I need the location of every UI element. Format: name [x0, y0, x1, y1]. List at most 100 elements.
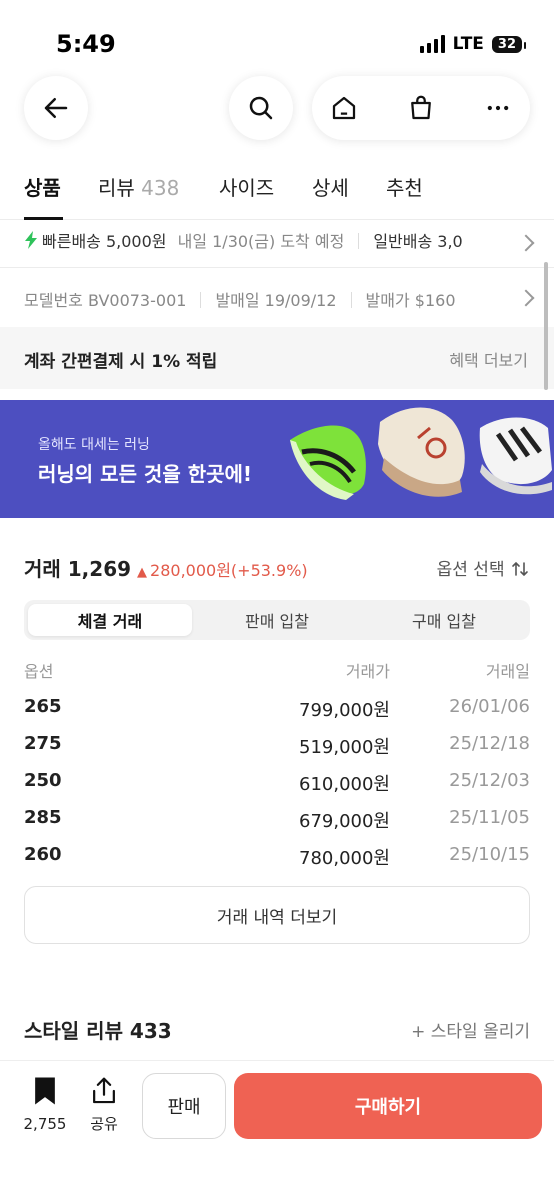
tab-size[interactable]: 사이즈 [219, 172, 274, 201]
table-row: 260 780,000원 25/10/15 [24, 844, 530, 874]
lightning-icon [25, 231, 37, 249]
sort-icon [512, 561, 528, 577]
shopping-bag-icon [411, 95, 431, 120]
tab-product[interactable]: 상품 [24, 172, 61, 201]
row-option: 265 [24, 696, 62, 717]
nav-actions-pill [312, 76, 530, 140]
row-price: 610,000원 [299, 774, 390, 795]
tab-recommend[interactable]: 추천 [386, 172, 423, 201]
network-type: LTE [452, 34, 484, 54]
benefit-row[interactable]: 계좌 간편결제 시 1% 적립 혜택 더보기 [0, 327, 554, 389]
share-button[interactable]: 공유 [84, 1075, 124, 1134]
search-button[interactable] [229, 76, 293, 140]
home-icon [332, 96, 356, 120]
shipping-info: 빠른배송 5,000원 내일 1/30(금) 도착 예정 일반배송 3,0 [24, 228, 463, 252]
style-review-title: 스타일 리뷰 433 [24, 1019, 172, 1043]
status-time: 5:49 [56, 30, 116, 58]
release-date: 발매일 19/09/12 [215, 291, 337, 310]
home-button[interactable] [312, 76, 376, 140]
shipping-row[interactable]: 빠른배송 5,000원 내일 1/30(금) 도착 예정 일반배송 3,0 [0, 220, 554, 268]
row-option: 260 [24, 844, 62, 865]
row-date: 26/01/06 [449, 696, 530, 717]
back-button[interactable] [24, 76, 88, 140]
tab-review[interactable]: 리뷰 438 [98, 172, 179, 201]
tab-label: 사이즈 [219, 176, 275, 200]
banner-title: 러닝의 모든 것을 한곳에! [38, 462, 253, 486]
row-price: 780,000원 [299, 848, 390, 869]
tab-detail[interactable]: 상세 [312, 172, 349, 201]
running-shoes-image [290, 407, 552, 500]
row-price: 679,000원 [299, 811, 390, 832]
segment-sell-bids[interactable]: 판매 입찰 [195, 604, 359, 636]
bottom-action-bar: 2,755 공유 판매 구매하기 [0, 1060, 554, 1200]
search-icon [249, 96, 273, 120]
tab-label: 상세 [312, 176, 349, 200]
segment-completed-trades[interactable]: 체결 거래 [28, 604, 192, 636]
row-date: 25/10/15 [449, 844, 530, 865]
trade-count: 거래 1,269 [24, 557, 132, 581]
arrow-left-icon [44, 98, 68, 118]
table-row: 275 519,000원 25/12/18 [24, 733, 530, 763]
release-price: 발매가 $160 [365, 291, 456, 310]
normal-shipping-label: 일반배송 3,0 [373, 232, 463, 251]
row-price: 519,000원 [299, 737, 390, 758]
bag-button[interactable] [389, 76, 453, 140]
sell-button[interactable]: 판매 [142, 1073, 226, 1139]
bookmark-count: 2,755 [23, 1115, 67, 1133]
column-header-date: 거래일 [485, 662, 530, 681]
model-number: 모델번호 BV0073-001 [24, 291, 187, 310]
table-row: 265 799,000원 26/01/06 [24, 696, 530, 726]
row-option: 250 [24, 770, 62, 791]
share-icon [93, 1077, 115, 1104]
table-row: 250 610,000원 25/12/03 [24, 770, 530, 800]
fast-shipping-eta: 내일 1/30(금) 도착 예정 [177, 232, 345, 251]
trade-history-more-button[interactable]: 거래 내역 더보기 [24, 886, 530, 944]
style-upload-link[interactable]: + 스타일 올리기 [411, 1017, 530, 1042]
price-change: ▲ 280,000원(+53.9%) [137, 561, 308, 580]
scrollbar[interactable] [544, 262, 548, 390]
signal-icon [419, 35, 445, 53]
tab-label: 상품 [24, 176, 61, 200]
share-label: 공유 [90, 1115, 118, 1133]
model-info-row[interactable]: 모델번호 BV0073-001 발매일 19/09/12 발매가 $160 [0, 269, 554, 327]
row-option: 285 [24, 807, 62, 828]
divider [358, 233, 360, 249]
price-change-value: 280,000원(+53.9%) [150, 561, 308, 580]
model-info: 모델번호 BV0073-001 발매일 19/09/12 발매가 $160 [24, 287, 456, 311]
row-price: 799,000원 [299, 700, 390, 721]
segment-buy-bids[interactable]: 구매 입찰 [362, 604, 526, 636]
tab-label: 추천 [386, 176, 423, 200]
status-indicators: LTE 32 [419, 34, 527, 54]
row-date: 25/11/05 [449, 807, 530, 828]
trade-segmented-control: 체결 거래 판매 입찰 구매 입찰 [24, 600, 530, 640]
buy-button[interactable]: 구매하기 [234, 1073, 542, 1139]
divider [350, 292, 352, 308]
benefit-label: 계좌 간편결제 시 1% 적립 [24, 352, 218, 372]
banner-subtitle: 올해도 대세는 러닝 [38, 437, 150, 453]
trade-header: 거래 1,269 ▲ 280,000원(+53.9%) 옵션 선택 [24, 553, 530, 583]
more-button[interactable] [466, 76, 530, 140]
product-tabs: 상품 리뷰 438 사이즈 상세 추천 [0, 166, 554, 220]
option-select-label: 옵션 선택 [436, 560, 505, 580]
column-header-price: 거래가 [345, 662, 390, 681]
bookmark-icon [35, 1077, 55, 1105]
option-select-button[interactable]: 옵션 선택 [437, 555, 530, 580]
tab-label: 리뷰 [98, 176, 135, 200]
top-navigation [0, 76, 554, 140]
promo-banner[interactable]: 올해도 대세는 러닝 러닝의 모든 것을 한곳에! [0, 400, 554, 518]
status-bar: 5:49 LTE 32 [0, 0, 554, 80]
fast-shipping-label: 빠른배송 5,000원 [42, 232, 167, 251]
benefit-more-link[interactable]: 혜택 더보기 [449, 347, 528, 371]
arrow-up-icon: ▲ [137, 565, 148, 580]
row-option: 275 [24, 733, 62, 754]
row-date: 25/12/03 [449, 770, 530, 791]
style-review-header: 스타일 리뷰 433 + 스타일 올리기 [24, 1015, 530, 1045]
tab-count: 438 [141, 176, 180, 200]
column-header-option: 옵션 [24, 662, 54, 681]
table-row: 285 679,000원 25/11/05 [24, 807, 530, 837]
divider [200, 292, 202, 308]
battery-icon: 32 [491, 35, 527, 53]
bookmark-button[interactable]: 2,755 [20, 1075, 70, 1133]
more-horizontal-icon [487, 105, 509, 111]
row-date: 25/12/18 [449, 733, 530, 754]
